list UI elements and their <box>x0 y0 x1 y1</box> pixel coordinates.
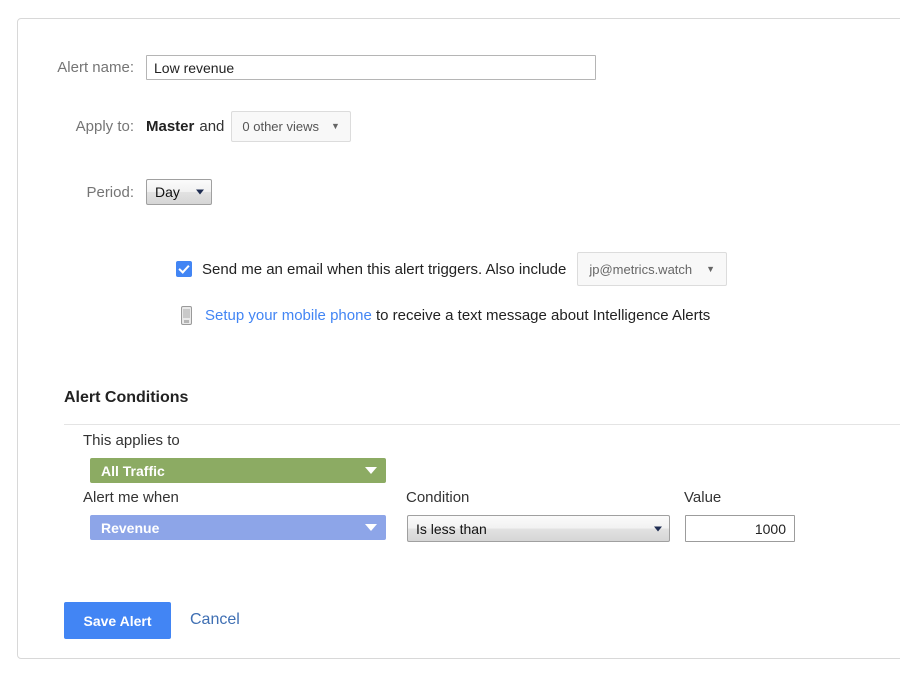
setup-mobile-phone-link[interactable]: Setup your mobile phone <box>205 307 372 324</box>
mobile-phone-text: Setup your mobile phone to receive a tex… <box>205 307 710 324</box>
chevron-down-icon: ▼ <box>331 122 340 131</box>
condition-label: Condition <box>406 489 469 506</box>
alert-me-when-value: Revenue <box>101 520 159 536</box>
email-alert-row: Send me an email when this alert trigger… <box>176 252 727 286</box>
apply-to-and-text: and <box>199 118 224 135</box>
save-alert-button[interactable]: Save Alert <box>64 602 171 639</box>
email-recipient-label: jp@metrics.watch <box>589 262 692 277</box>
this-applies-to-label: This applies to <box>83 432 180 449</box>
period-select[interactable]: Day <box>146 179 212 205</box>
apply-to-label: Apply to: <box>18 118 146 135</box>
mobile-phone-icon <box>181 306 192 325</box>
condition-select-wrap: Is less than <box>407 515 670 542</box>
mobile-phone-rest-text: to receive a text message about Intellig… <box>372 307 711 324</box>
cancel-link[interactable]: Cancel <box>190 611 240 629</box>
applies-to-value: All Traffic <box>101 463 165 479</box>
alert-name-row: Alert name: <box>18 55 596 80</box>
send-email-checkbox[interactable] <box>176 261 192 277</box>
chevron-down-icon: ▼ <box>706 265 715 274</box>
condition-select[interactable]: Is less than <box>407 515 670 542</box>
mobile-phone-row: Setup your mobile phone to receive a tex… <box>181 306 710 325</box>
section-divider <box>64 424 900 425</box>
value-input[interactable] <box>685 515 795 542</box>
chevron-down-icon <box>365 524 377 531</box>
applies-to-dropdown[interactable]: All Traffic <box>90 458 386 483</box>
alert-name-input[interactable] <box>146 55 596 80</box>
other-views-label: 0 other views <box>242 119 319 134</box>
alert-me-when-dropdown[interactable]: Revenue <box>90 515 386 540</box>
apply-to-row: Apply to: Master and 0 other views ▼ <box>18 111 351 142</box>
send-email-label: Send me an email when this alert trigger… <box>202 261 566 278</box>
alert-conditions-title: Alert Conditions <box>64 389 188 407</box>
alert-name-label: Alert name: <box>18 59 146 76</box>
apply-to-master-view: Master <box>146 118 194 135</box>
period-row: Period: Day <box>18 179 212 205</box>
alert-settings-card: Alert name: Apply to: Master and 0 other… <box>17 18 900 659</box>
value-label: Value <box>684 489 721 506</box>
chevron-down-icon <box>365 467 377 474</box>
other-views-dropdown[interactable]: 0 other views ▼ <box>231 111 351 142</box>
alert-me-when-label: Alert me when <box>83 489 179 506</box>
period-select-wrap: Day <box>146 179 212 205</box>
email-recipient-dropdown[interactable]: jp@metrics.watch ▼ <box>577 252 727 286</box>
period-label: Period: <box>18 184 146 201</box>
